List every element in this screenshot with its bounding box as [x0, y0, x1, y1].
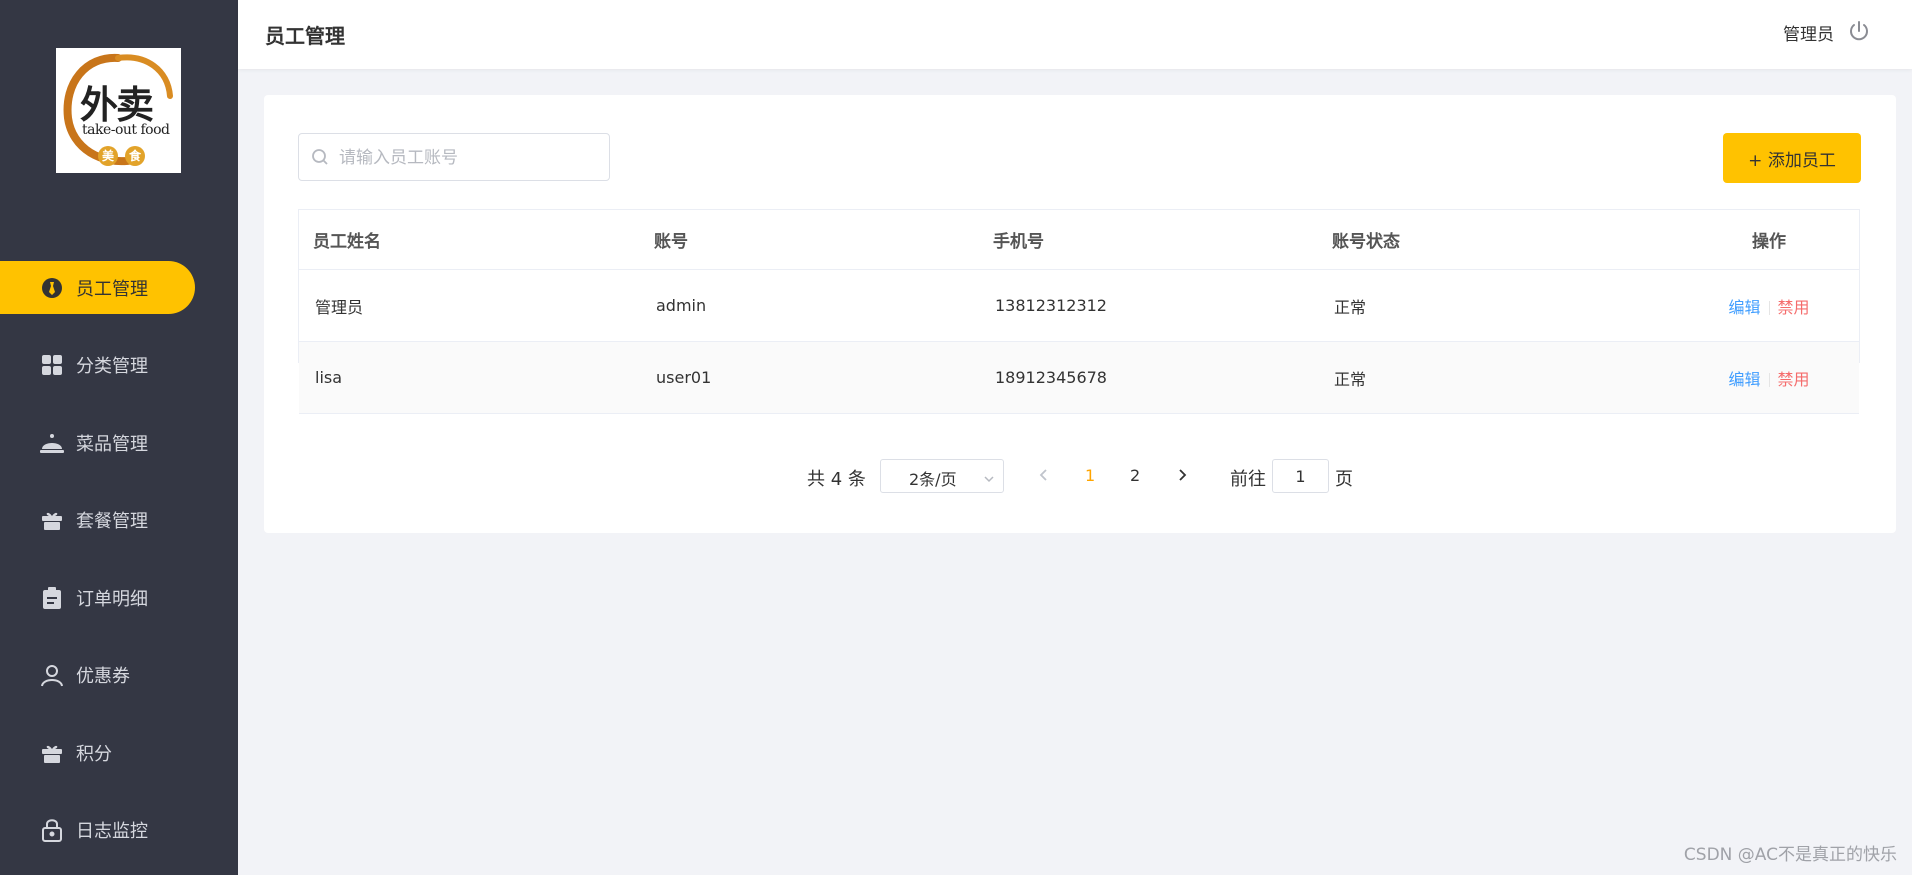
edit-link[interactable]: 编辑 [1728, 298, 1760, 317]
pagination: 共 4 条 2条/页 1 2 前往 页 [264, 459, 1896, 493]
employee-panel: + 添加员工 员工姓名 账号 手机号 账号状态 操作 管理员 admin 138… [264, 95, 1896, 533]
cell-phone: 13812312312 [995, 296, 1107, 315]
chevron-down-icon [983, 470, 995, 483]
page-size-select[interactable]: 2条/页 [880, 459, 1004, 493]
sidebar-item-label: 日志监控 [76, 821, 148, 842]
clipboard-icon [40, 586, 64, 610]
logo-word: 外卖 [80, 82, 154, 127]
column-header-status: 账号状态 [1332, 232, 1400, 252]
sidebar-item-logs[interactable]: 日志监控 [0, 804, 238, 857]
sidebar-item-label: 优惠券 [76, 666, 130, 687]
cell-name: 管理员 [315, 297, 364, 317]
page-number-1[interactable]: 1 [1085, 466, 1095, 485]
sidebar-item-coupon[interactable]: 优惠券 [0, 649, 238, 702]
column-header-action: 操作 [1752, 232, 1786, 252]
logo-subtitle: take-out food [82, 122, 170, 138]
edit-link[interactable]: 编辑 [1728, 370, 1760, 389]
next-page-button[interactable] [1174, 467, 1190, 483]
search-icon [311, 148, 329, 166]
table-row: lisa user01 18912345678 正常 编辑 禁用 [299, 342, 1859, 414]
cell-status: 正常 [1334, 369, 1367, 389]
sidebar-item-label: 分类管理 [76, 356, 148, 377]
sidebar-item-dish[interactable]: 菜品管理 [0, 416, 238, 469]
action-divider [1768, 301, 1770, 315]
page-size-value: 2条/页 [909, 470, 957, 489]
sidebar: 外卖 take-out food 美 食 员工管理 分类管理 菜品管理 套餐管理… [0, 0, 238, 875]
watermark: CSDN @AC不是真正的快乐 [1683, 845, 1897, 865]
cell-name: lisa [315, 368, 343, 387]
search-box [298, 133, 610, 182]
disable-link[interactable]: 禁用 [1778, 370, 1810, 389]
total-count: 共 4 条 [807, 469, 866, 490]
cell-status: 正常 [1334, 297, 1367, 317]
page-title: 员工管理 [265, 24, 345, 48]
logo-dot-left: 美 [98, 146, 118, 166]
column-header-phone: 手机号 [993, 232, 1044, 252]
power-icon[interactable] [1848, 20, 1870, 42]
sidebar-nav: 员工管理 分类管理 菜品管理 套餐管理 订单明细 优惠券 积分 日志监控 [0, 261, 238, 875]
cell-actions: 编辑 禁用 [1719, 294, 1819, 318]
search-input[interactable] [337, 134, 601, 182]
sidebar-item-label: 订单明细 [76, 588, 148, 610]
app-logo: 外卖 take-out food 美 食 [56, 48, 181, 173]
cloche-icon [40, 431, 64, 455]
cell-account: user01 [656, 368, 712, 387]
employee-table: 员工姓名 账号 手机号 账号状态 操作 管理员 admin 1381231231… [298, 209, 1860, 414]
goto-label: 前往 [1230, 469, 1266, 490]
sidebar-item-orders[interactable]: 订单明细 [0, 571, 238, 624]
sidebar-item-label: 套餐管理 [76, 511, 148, 532]
lock-icon [40, 818, 64, 842]
logo-dot-right: 食 [125, 146, 145, 166]
current-user[interactable]: 管理员 [1783, 20, 1834, 45]
employee-icon [40, 276, 64, 300]
app-window: 外卖 take-out food 美 食 员工管理 分类管理 菜品管理 套餐管理… [0, 0, 1912, 875]
gift-icon [40, 741, 64, 765]
column-header-account: 账号 [654, 232, 688, 252]
table-row: 管理员 admin 13812312312 正常 编辑 禁用 [299, 270, 1859, 342]
goto-page-input[interactable] [1272, 459, 1329, 493]
cell-actions: 编辑 禁用 [1719, 366, 1819, 390]
sidebar-item-label: 积分 [76, 743, 112, 765]
table-header: 员工姓名 账号 手机号 账号状态 操作 [299, 210, 1859, 270]
person-icon [40, 663, 64, 687]
sidebar-item-label: 菜品管理 [76, 433, 148, 455]
column-header-name: 员工姓名 [313, 232, 381, 252]
cell-phone: 18912345678 [995, 368, 1107, 387]
top-header: 员工管理 管理员 [238, 0, 1912, 69]
sidebar-item-employee[interactable]: 员工管理 [0, 261, 195, 314]
disable-link[interactable]: 禁用 [1778, 298, 1810, 317]
gift-box-icon [40, 508, 64, 532]
goto-suffix: 页 [1335, 469, 1353, 490]
action-divider [1768, 373, 1770, 387]
sidebar-item-label: 员工管理 [76, 278, 148, 300]
cell-account: admin [656, 296, 707, 315]
grid-icon [40, 353, 64, 377]
sidebar-item-points[interactable]: 积分 [0, 726, 238, 779]
prev-page-button[interactable] [1036, 467, 1052, 483]
page-number-2[interactable]: 2 [1130, 466, 1140, 485]
sidebar-item-combo[interactable]: 套餐管理 [0, 494, 238, 547]
sidebar-item-category[interactable]: 分类管理 [0, 339, 238, 392]
add-employee-button[interactable]: + 添加员工 [1723, 133, 1861, 183]
